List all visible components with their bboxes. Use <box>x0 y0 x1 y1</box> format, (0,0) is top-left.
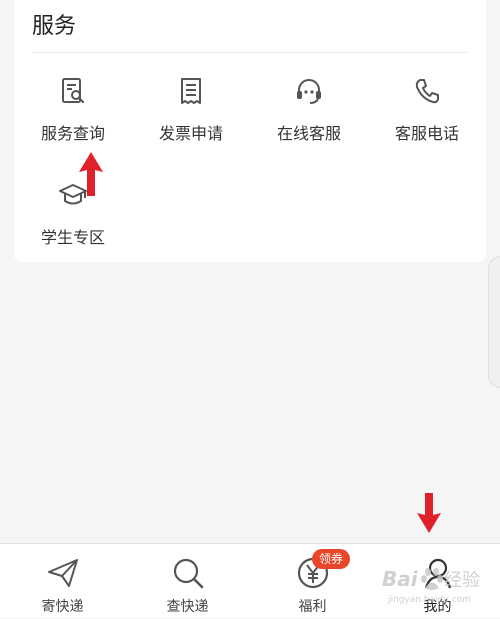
tab-send-express-label: 寄快递 <box>41 599 84 615</box>
coupon-badge: 领券 <box>312 549 351 569</box>
phone-icon <box>415 79 439 104</box>
service-phone-button[interactable]: 客服电话 <box>372 76 482 148</box>
student-zone-label: 学生专区 <box>40 228 105 247</box>
divider <box>32 52 468 53</box>
paper-plane-icon <box>47 559 78 587</box>
service-phone-label: 客服电话 <box>394 124 459 143</box>
search-icon <box>173 558 203 589</box>
tab-track-express[interactable]: 查快递 <box>125 544 250 619</box>
service-query-label: 服务查询 <box>40 124 105 143</box>
services-title: 服务 <box>32 14 77 39</box>
red-arrow-down-annotation <box>417 493 441 533</box>
service-query-button[interactable]: 服务查询 <box>18 76 128 148</box>
online-service-label: 在线客服 <box>276 124 341 143</box>
services-card: 服务 服务查询 发票申请 在线客服 客服电话 学生专区 <box>14 0 486 262</box>
red-arrow-up-annotation <box>79 152 103 196</box>
student-zone-button[interactable]: 学生专区 <box>18 180 128 252</box>
invoice-apply-button[interactable]: 发票申请 <box>136 76 246 148</box>
bottom-tab-bar: 寄快递 查快递 福利 我的 <box>0 543 500 618</box>
search-document-icon <box>62 78 85 104</box>
tab-welfare-label: 福利 <box>298 599 327 615</box>
side-scroll-handle[interactable] <box>488 256 500 388</box>
tab-track-express-label: 查快递 <box>166 599 209 615</box>
tab-mine[interactable]: 我的 <box>375 544 500 619</box>
online-service-button[interactable]: 在线客服 <box>254 76 364 148</box>
invoice-apply-label: 发票申请 <box>158 124 223 143</box>
tab-mine-label: 我的 <box>423 599 452 615</box>
headset-icon <box>297 79 321 104</box>
user-icon <box>424 558 451 589</box>
invoice-icon <box>181 78 201 104</box>
tab-send-express[interactable]: 寄快递 <box>0 544 125 619</box>
